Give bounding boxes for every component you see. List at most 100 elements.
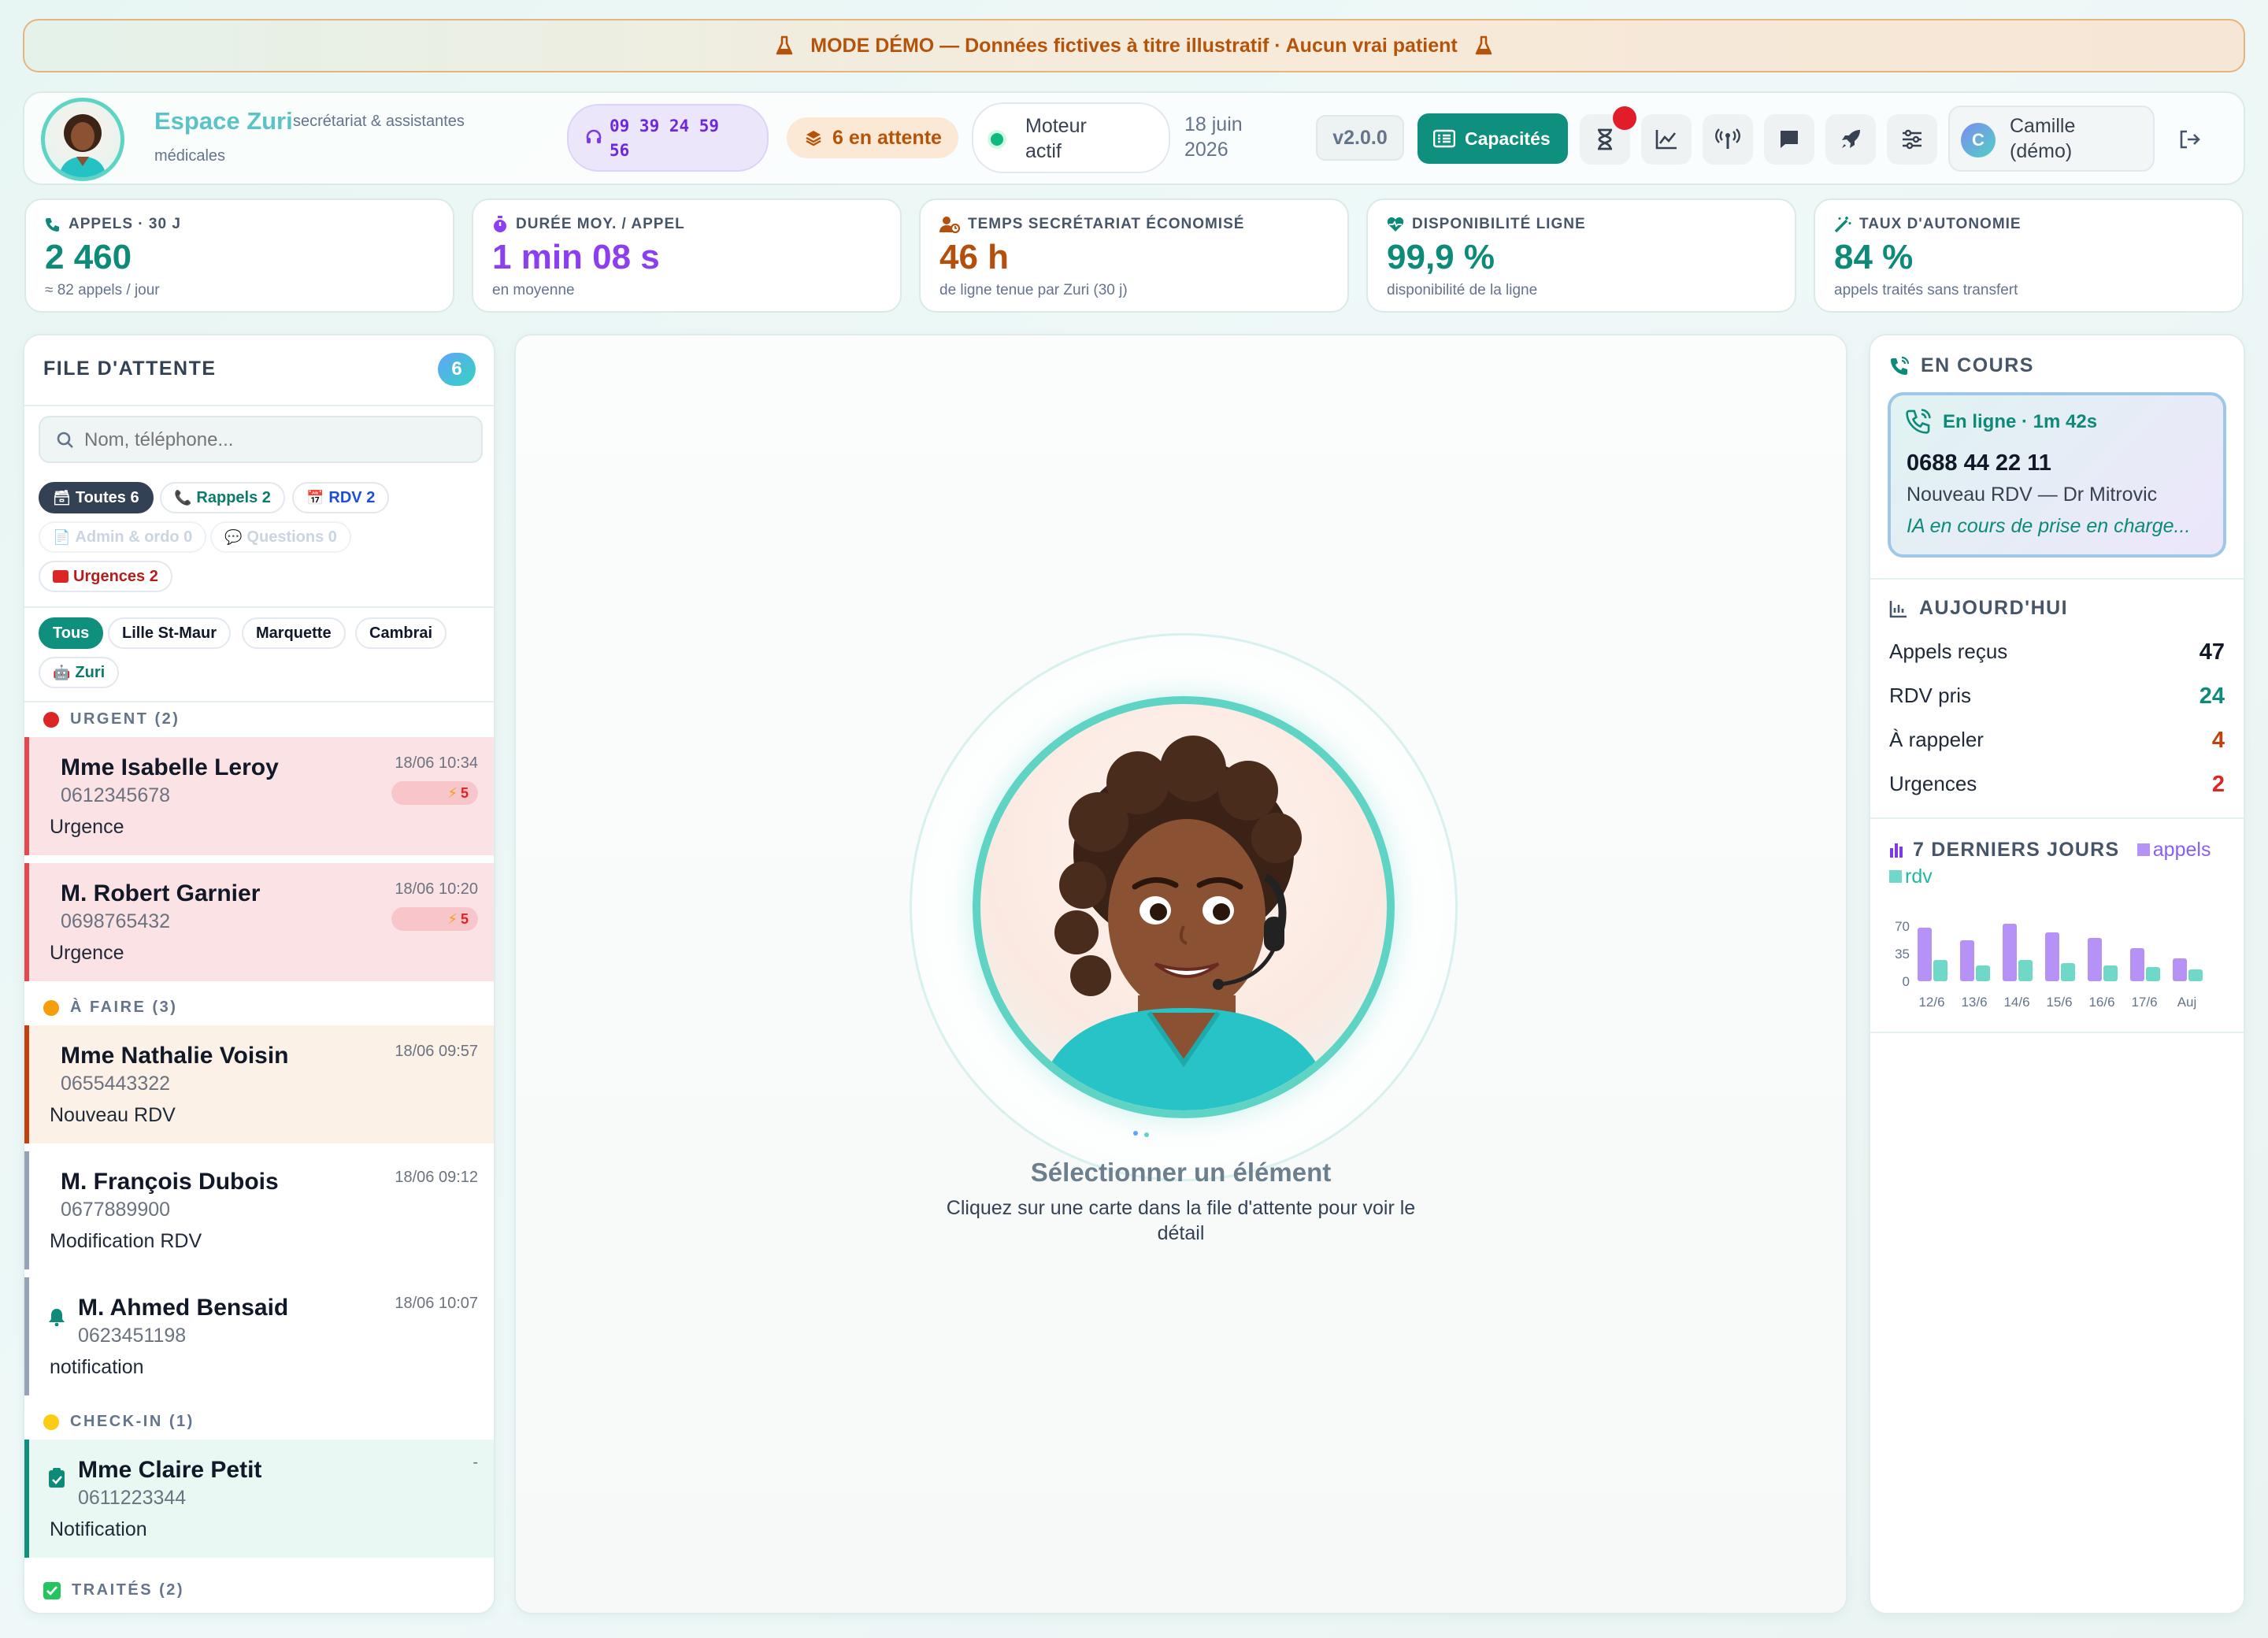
priority-badge: ⚡ 5 xyxy=(391,907,478,931)
site-cambrai[interactable]: Cambrai xyxy=(355,617,447,649)
filter-admin[interactable]: 📄 Admin & ordo 0 xyxy=(39,521,207,553)
y-tick-label: 70 xyxy=(1895,919,1910,934)
patient-name: M. François Dubois xyxy=(61,1169,279,1195)
bar-chart-icon xyxy=(1889,842,1907,858)
pending-badge[interactable]: 6 en attente xyxy=(787,117,958,158)
patient-name: M. Robert Garnier xyxy=(61,880,261,906)
app-subtitle-2: médicales xyxy=(154,147,226,165)
phone-number-pill[interactable]: 09 39 24 59 56 xyxy=(567,104,769,172)
site-all-label: Tous xyxy=(53,624,90,642)
broadcast-button[interactable] xyxy=(1703,114,1753,165)
filter-all[interactable]: 🗃 Toutes 6 xyxy=(39,482,154,513)
today-section-header: AUJOURD'HUI xyxy=(1889,597,2068,620)
engine-label: Moteur xyxy=(1025,115,1087,137)
filter-urgent[interactable]: Urgences 2 xyxy=(39,561,172,592)
x-tick-label: 15/6 xyxy=(2046,995,2072,1010)
document-icon: 📄 xyxy=(53,528,71,545)
stat-sub: en moyenne xyxy=(492,282,575,298)
bar-calls xyxy=(1918,928,1932,981)
messages-button[interactable] xyxy=(1764,114,1814,165)
live-call-card[interactable]: En ligne · 1m 42s 0688 44 22 11 Nouveau … xyxy=(1888,392,2226,558)
settings-button[interactable] xyxy=(1887,114,1937,165)
divider xyxy=(24,405,494,406)
request-type: Urgence xyxy=(50,816,124,838)
queue-item[interactable]: Mme Claire Petit 0611223344 Notification… xyxy=(24,1440,494,1558)
stat-sub: disponibilité de la ligne xyxy=(1387,282,1538,298)
bar-rdv xyxy=(2061,963,2075,981)
site-zuri-label: Zuri xyxy=(75,663,106,681)
x-tick-label: 14/6 xyxy=(2003,995,2029,1010)
phone-number: 09 39 24 59 xyxy=(610,117,720,135)
filter-rdv[interactable]: 📅 RDV 2 xyxy=(292,482,390,513)
hourglass-button[interactable] xyxy=(1580,106,1636,165)
today-value: 2 xyxy=(2211,772,2225,797)
x-tick-label: 16/6 xyxy=(2088,995,2114,1010)
queue-title: FILE D'ATTENTE xyxy=(43,358,217,380)
calendar-icon: 📅 xyxy=(306,489,324,506)
orange-circle-icon xyxy=(43,999,59,1016)
today-label: Appels reçus xyxy=(1889,639,2008,663)
user-name: Camille xyxy=(2010,115,2076,137)
queue-item[interactable]: Mme Nathalie Voisin 0655443322 Nouveau R… xyxy=(24,1025,494,1143)
site-all[interactable]: Tous xyxy=(39,617,104,649)
engine-status[interactable]: Moteur actif xyxy=(972,102,1170,173)
today-label: RDV pris xyxy=(1889,684,1972,707)
patient-phone: 0677889900 xyxy=(61,1199,171,1221)
launch-button[interactable] xyxy=(1825,114,1876,165)
divider xyxy=(1870,817,2244,819)
site-cambrai-label: Cambrai xyxy=(369,624,433,642)
x-tick-label: Auj xyxy=(2177,995,2197,1010)
queue-item[interactable]: M. Robert Garnier 0698765432 Urgence 18/… xyxy=(24,863,494,981)
section-done: TRAITÉS (2) xyxy=(43,1581,184,1599)
legend-swatch xyxy=(1889,870,1902,883)
logout-button[interactable] xyxy=(2170,120,2210,159)
empty-state-title: Sélectionner un élément xyxy=(1030,1158,1332,1187)
analytics-button[interactable] xyxy=(1641,114,1692,165)
item-time: 18/06 10:34 xyxy=(395,754,478,772)
patient-phone: 0698765432 xyxy=(61,910,171,932)
filter-questions[interactable]: 💬 Questions 0 xyxy=(210,521,351,553)
bar-calls xyxy=(2130,948,2144,981)
search-input[interactable] xyxy=(84,425,470,455)
filter-calls[interactable]: 📞 Rappels 2 xyxy=(160,482,285,513)
legend-calls-label: appels xyxy=(2152,839,2211,861)
pending-count: 6 en attente xyxy=(832,126,942,149)
request-type: Nouveau RDV xyxy=(50,1104,176,1126)
stat-sub: ≈ 82 appels / jour xyxy=(45,282,160,298)
queue-count-badge: 6 xyxy=(438,353,476,386)
site-lille[interactable]: Lille St-Maur xyxy=(108,617,232,649)
capabilities-button[interactable]: Capacités xyxy=(1418,113,1568,164)
queue-item[interactable]: M. François Dubois 0677889900 Modificati… xyxy=(24,1151,494,1269)
search-box[interactable] xyxy=(39,416,483,463)
section-checkin: CHECK-IN (1) xyxy=(43,1413,195,1431)
priority-value: 5 xyxy=(460,910,469,927)
sliders-icon xyxy=(1901,129,1923,150)
site-zuri[interactable]: 🤖 Zuri xyxy=(39,657,120,688)
site-marquette-label: Marquette xyxy=(256,624,332,642)
today-title: AUJOURD'HUI xyxy=(1919,597,2069,619)
week-chart: 70 35 0 12/6 13/6 14/6 15/6 16/6 17/6 Auj xyxy=(1895,919,2203,1010)
user-menu[interactable]: C Camille (démo) xyxy=(1948,106,2155,172)
heart-pulse-icon xyxy=(1387,217,1404,232)
bar-calls xyxy=(1960,940,1974,981)
app-subtitle: secrétariat & assistantes xyxy=(293,113,465,130)
queue-panel: FILE D'ATTENTE 6 🗃Toutes 6 📞Rappels 2 📅R… xyxy=(23,334,495,1614)
today-value: 4 xyxy=(2211,728,2225,753)
empty-state-desc-2: détail xyxy=(1157,1222,1205,1244)
x-tick-label: 13/6 xyxy=(1961,995,1987,1010)
live-title: EN COURS xyxy=(1921,354,2034,376)
site-marquette[interactable]: Marquette xyxy=(242,617,346,649)
divider xyxy=(24,606,494,608)
assistant-avatar xyxy=(973,696,1395,1118)
bar-rdv xyxy=(2146,967,2160,981)
empty-state-desc: Cliquez sur une carte dans la file d'att… xyxy=(946,1197,1416,1219)
queue-item[interactable]: Mme Isabelle Leroy 0612345678 Urgence 18… xyxy=(24,737,494,855)
stat-autonomy: TAUX D'AUTONOMIE 84 % appels traités san… xyxy=(1814,198,2244,313)
avatar[interactable] xyxy=(41,98,124,181)
rocket-icon xyxy=(1840,128,1862,150)
demo-banner-text: MODE DÉMO — Données fictives à titre ill… xyxy=(810,34,1458,57)
status-dot xyxy=(991,133,1003,146)
queue-item[interactable]: M. Ahmed Bensaid 0623451198 notification… xyxy=(24,1277,494,1395)
filter-calls-label: Rappels 2 xyxy=(196,488,271,506)
stat-label: DISPONIBILITÉ LIGNE xyxy=(1412,216,1586,232)
